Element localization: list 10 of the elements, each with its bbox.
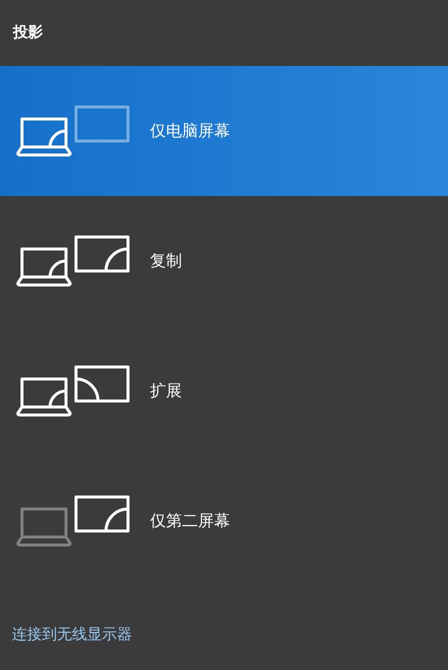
projection-mode-icon <box>16 105 132 157</box>
projection-mode-icon <box>16 235 132 287</box>
panel-title: 投影 <box>12 22 44 42</box>
projection-mode-icon <box>16 365 132 417</box>
projection-mode-icon <box>16 495 132 547</box>
projection-option[interactable]: 仅电脑屏幕 <box>0 66 448 196</box>
projection-option[interactable]: 仅第二屏幕 <box>0 456 448 586</box>
projection-option[interactable]: 扩展 <box>0 326 448 456</box>
projection-option[interactable]: 复制 <box>0 196 448 326</box>
wireless-display-link[interactable]: 连接到无线显示器 <box>12 625 132 644</box>
